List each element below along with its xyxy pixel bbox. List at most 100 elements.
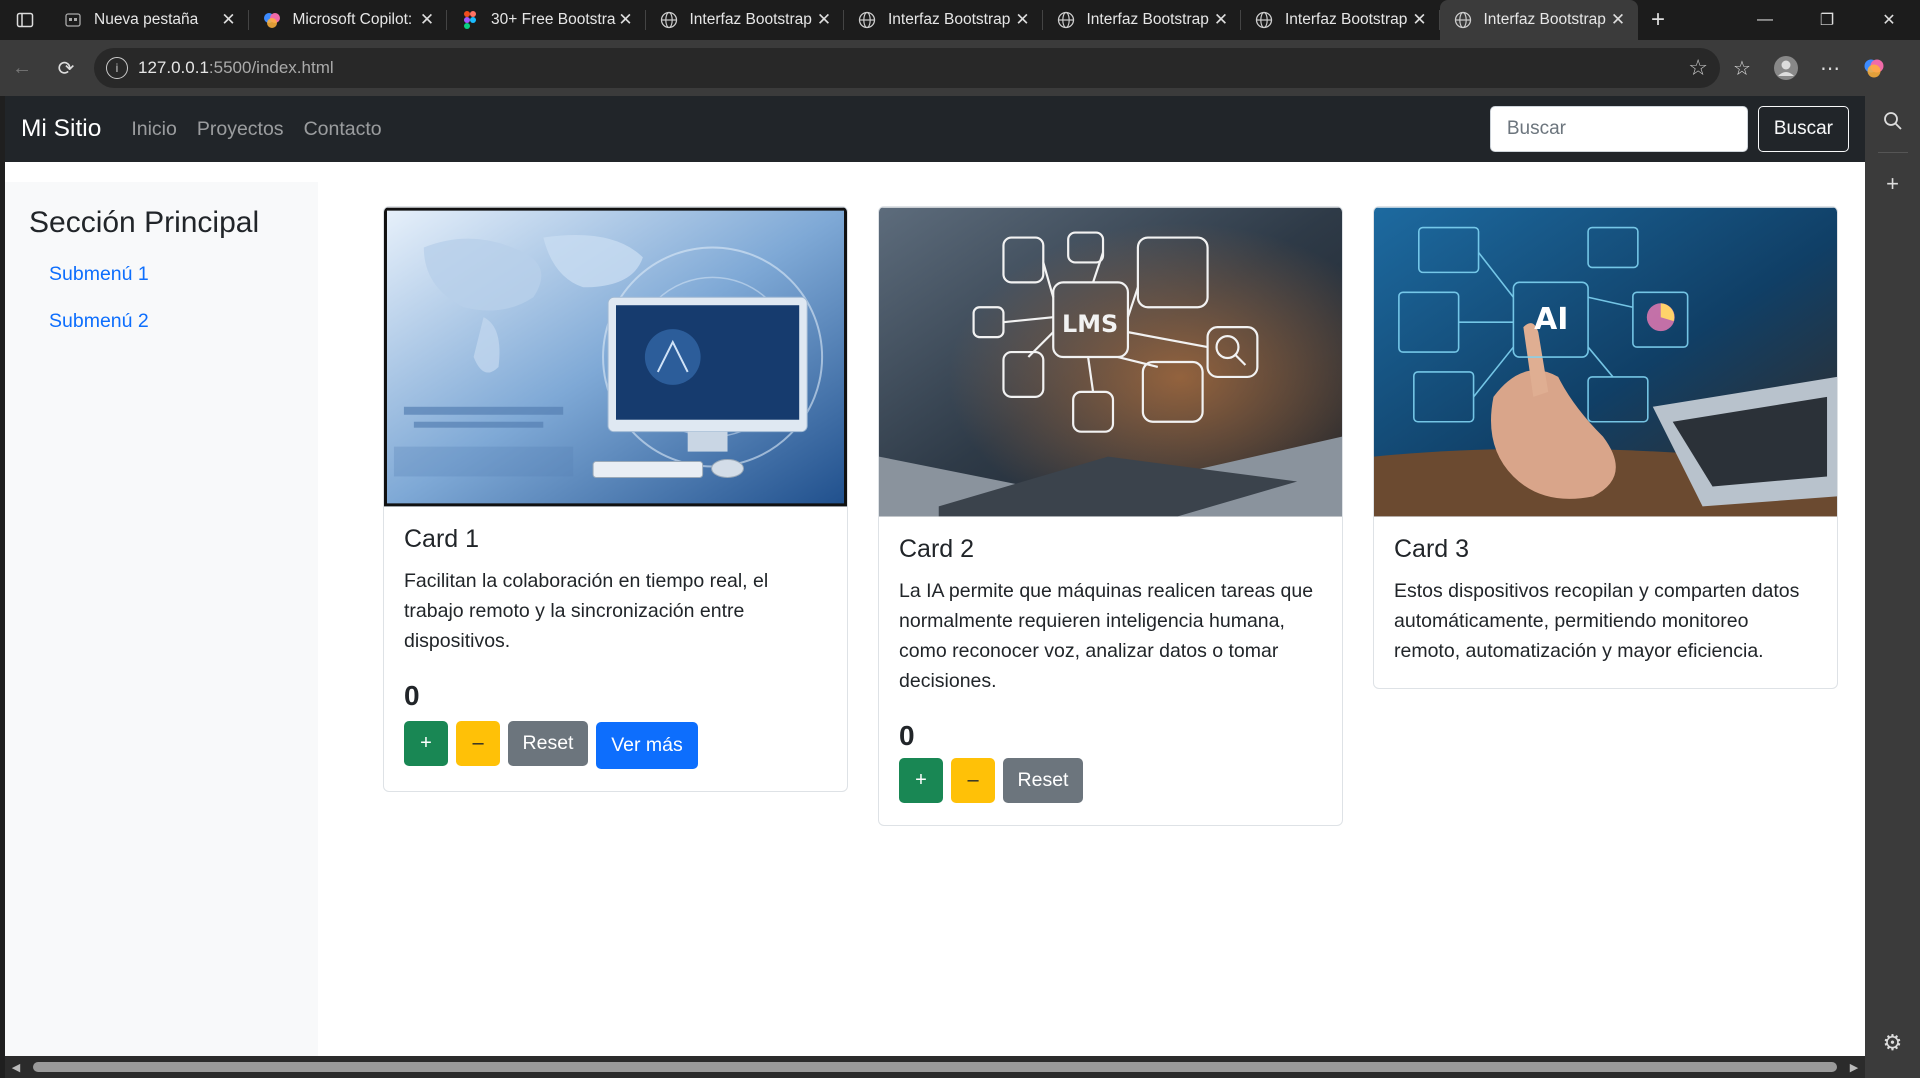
tab-close-icon[interactable]: ✕ <box>417 10 437 30</box>
card-image: AI <box>1374 207 1837 517</box>
browser-tab[interactable]: Interfaz Bootstrap ✕ <box>1043 0 1242 40</box>
gear-icon[interactable]: ⚙ <box>1865 1018 1920 1068</box>
sidebar-title: Sección Principal <box>29 206 260 239</box>
profile-avatar-icon[interactable] <box>1764 48 1808 88</box>
browser-tab[interactable]: Interfaz Bootstrap ✕ <box>844 0 1043 40</box>
address-bar[interactable]: i 127.0.0.1 :5500/index.html ☆ <box>94 48 1720 88</box>
card-body: Card 1 Facilitan la colaboración en tiem… <box>384 507 847 791</box>
nav-link-proyectos[interactable]: Proyectos <box>197 118 284 141</box>
reload-icon[interactable]: ⟳ <box>44 48 88 88</box>
browser-toolbar: ← ⟳ i 127.0.0.1 :5500/index.html ☆ ☆ ⋯ <box>0 40 1920 96</box>
url-host: 127.0.0.1 <box>138 58 209 77</box>
nav-link-contacto[interactable]: Contacto <box>304 118 382 141</box>
add-icon[interactable]: + <box>1865 159 1920 209</box>
tab-close-icon[interactable]: ✕ <box>814 10 834 30</box>
decrement-button[interactable]: – <box>951 758 995 803</box>
tab-title: Interfaz Bootstrap <box>1285 11 1408 28</box>
tab-close-icon[interactable]: ✕ <box>1013 10 1033 30</box>
reset-button[interactable]: Reset <box>508 721 588 766</box>
search-input[interactable] <box>1489 106 1748 152</box>
site-info-icon[interactable]: i <box>106 57 128 79</box>
reset-button[interactable]: Reset <box>1003 758 1083 803</box>
card-image <box>384 207 847 507</box>
page-viewport: Mi Sitio Inicio Proyectos Contacto Busca… <box>5 96 1865 1056</box>
card-3: AI Card 3 Estos dispositivos recopilan y… <box>1373 206 1838 689</box>
tab-close-icon[interactable]: ✕ <box>616 10 636 30</box>
brand[interactable]: Mi Sitio <box>21 115 101 143</box>
browser-tab[interactable]: Interfaz Bootstrap ✕ <box>646 0 845 40</box>
globe-icon <box>660 11 678 29</box>
scroll-left-icon[interactable]: ◀ <box>5 1061 27 1074</box>
back-icon[interactable]: ← <box>0 48 44 88</box>
browser-tab-active[interactable]: Interfaz Bootstrap ✕ <box>1439 0 1638 40</box>
card-image: LMS <box>879 207 1342 517</box>
ver-mas-button[interactable]: Ver más <box>596 722 698 769</box>
search-form: Buscar <box>1489 106 1849 152</box>
cards-row: Card 1 Facilitan la colaboración en tiem… <box>383 206 1865 826</box>
card-title: Card 1 <box>404 525 480 553</box>
tab-title: Microsoft Copilot: <box>292 11 413 28</box>
card-2: LMS Card 2 La IA permite que máquinas re… <box>878 206 1343 826</box>
tab-title: Nueva pestaña <box>94 11 199 28</box>
sidebar: Sección Principal Submenú 1 Submenú 2 <box>5 182 318 1056</box>
browser-tab[interactable]: Nueva pestaña ✕ <box>50 0 249 40</box>
globe-icon <box>1057 11 1075 29</box>
url-path: :5500/index.html <box>208 58 334 77</box>
card-text: Facilitan la colaboración en tiempo real… <box>404 570 769 652</box>
tab-close-icon[interactable]: ✕ <box>1410 10 1430 30</box>
tab-actions-icon[interactable] <box>0 0 50 40</box>
nav-link-inicio[interactable]: Inicio <box>131 118 177 141</box>
minimize-icon[interactable]: — <box>1734 0 1796 40</box>
globe-icon <box>1255 11 1273 29</box>
globe-icon <box>1454 11 1472 29</box>
scrollbar-thumb[interactable] <box>33 1062 1837 1072</box>
card-body: Card 2 La IA permite que máquinas realic… <box>879 517 1342 825</box>
favorite-star-icon[interactable]: ☆ <box>1688 55 1708 81</box>
browser-tab[interactable]: 30+ Free Bootstrap ✕ <box>447 0 646 40</box>
sidebar-link-submenu-2[interactable]: Submenú 2 <box>29 303 294 340</box>
horizontal-scrollbar[interactable]: ◀ ▶ <box>5 1056 1865 1078</box>
decrement-button[interactable]: – <box>456 721 500 766</box>
tab-title: Interfaz Bootstrap <box>689 11 812 28</box>
new-tab-icon[interactable]: + <box>1638 0 1678 40</box>
page-icon <box>64 11 82 29</box>
card-text: La IA permite que máquinas realicen tare… <box>899 580 1314 692</box>
restore-icon[interactable]: ❐ <box>1796 0 1858 40</box>
counter-value: 0 <box>899 720 915 751</box>
tab-title: Interfaz Bootstrap <box>888 11 1011 28</box>
browser-tabstrip: Nueva pestaña ✕ Microsoft Copilot: ✕ 30+… <box>0 0 1920 40</box>
card-1: Card 1 Facilitan la colaboración en tiem… <box>383 206 848 792</box>
copilot-icon <box>263 11 281 29</box>
ai-image-label: AI <box>1534 302 1568 337</box>
sidebar-link-submenu-1[interactable]: Submenú 1 <box>29 256 294 293</box>
figma-icon <box>461 11 479 29</box>
search-icon[interactable] <box>1865 96 1920 146</box>
favorites-icon[interactable]: ☆ <box>1720 48 1764 88</box>
tab-title: 30+ Free Bootstrap <box>491 11 616 28</box>
counter-buttons: + – Reset <box>899 758 1322 803</box>
scroll-right-icon[interactable]: ▶ <box>1843 1061 1865 1074</box>
card-text: Estos dispositivos recopilan y comparten… <box>1394 580 1800 662</box>
card-body: Card 3 Estos dispositivos recopilan y co… <box>1374 517 1837 688</box>
increment-button[interactable]: + <box>899 758 943 803</box>
increment-button[interactable]: + <box>404 721 448 766</box>
close-window-icon[interactable]: ✕ <box>1858 0 1920 40</box>
copilot-icon[interactable] <box>1852 48 1896 88</box>
card-title: Card 2 <box>899 535 975 563</box>
browser-tab[interactable]: Microsoft Copilot: ✕ <box>249 0 448 40</box>
tab-close-icon[interactable]: ✕ <box>219 10 239 30</box>
lms-image-label: LMS <box>1062 310 1118 338</box>
tab-close-icon[interactable]: ✕ <box>1211 10 1231 30</box>
tab-close-icon[interactable]: ✕ <box>1608 10 1628 30</box>
edge-sidebar: + ⚙ <box>1865 96 1920 1078</box>
card-title: Card 3 <box>1394 535 1470 563</box>
tab-title: Interfaz Bootstrap <box>1483 11 1606 28</box>
more-options-icon[interactable]: ⋯ <box>1808 48 1852 88</box>
tab-title: Interfaz Bootstrap <box>1086 11 1209 28</box>
search-button[interactable]: Buscar <box>1757 106 1849 152</box>
sidebar-divider <box>1877 152 1908 153</box>
navbar: Mi Sitio Inicio Proyectos Contacto Busca… <box>5 96 1865 162</box>
browser-tab[interactable]: Interfaz Bootstrap ✕ <box>1241 0 1440 40</box>
globe-icon <box>858 11 876 29</box>
counter-value: 0 <box>404 680 420 711</box>
